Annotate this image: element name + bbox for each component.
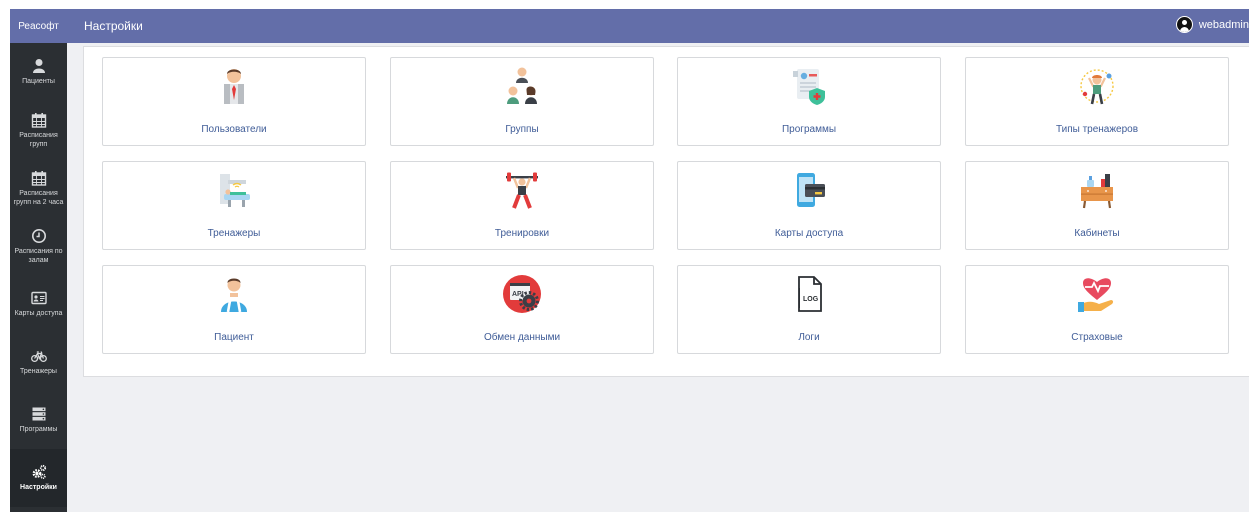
id-card-icon xyxy=(30,291,47,305)
header-bar: Настройки webadmin xyxy=(67,9,1249,43)
phone-card-icon xyxy=(789,170,829,210)
sidebar: Реасофт Пациенты Расписания групп Распис… xyxy=(10,9,67,512)
sidebar-item-settings[interactable]: Настройки xyxy=(10,449,67,507)
heart-hand-icon xyxy=(1077,274,1117,314)
brand-logo[interactable]: Реасофт xyxy=(10,9,67,43)
api-gear-icon: API xyxy=(502,274,542,314)
tile-label: Кабинеты xyxy=(1074,228,1120,239)
sidebar-item-patients[interactable]: Пациенты xyxy=(10,43,67,101)
tile-label: Программы xyxy=(781,124,837,135)
log-icon-text: LOG xyxy=(803,296,819,303)
tile-trainer-types[interactable]: Типы тренажеров xyxy=(965,57,1229,146)
tile-insurance[interactable]: Страховые xyxy=(965,265,1229,354)
sidebar-item-label: Расписания групп на 2 часа xyxy=(13,189,64,206)
sidebar-item-access-cards[interactable]: Карты доступа xyxy=(10,275,67,333)
sidebar-item-group-schedule-2h[interactable]: Расписания групп на 2 часа xyxy=(10,159,67,217)
sidebar-item-hall-schedule[interactable]: Расписания по залам xyxy=(10,217,67,275)
tile-label: Обмен данными xyxy=(483,332,561,343)
sidebar-item-group-schedule[interactable]: Расписания групп xyxy=(10,101,67,159)
clock-icon xyxy=(31,228,46,243)
sidebar-item-label: Настройки xyxy=(20,484,57,491)
sidebar-item-label: Расписания групп xyxy=(19,131,58,148)
user-menu[interactable]: webadmin xyxy=(1175,16,1249,33)
tile-label: Логи xyxy=(798,332,820,343)
sidebar-item-programs[interactable]: Программы xyxy=(10,391,67,449)
tile-label: Типы тренажеров xyxy=(1055,124,1139,135)
tile-groups[interactable]: Группы xyxy=(390,57,654,146)
tile-rooms[interactable]: Кабинеты xyxy=(965,161,1229,250)
user-icon xyxy=(32,59,45,73)
medical-scanner-icon xyxy=(214,170,254,210)
tile-programs[interactable]: Программы xyxy=(677,57,941,146)
sidebar-item-label: Программы xyxy=(19,426,58,433)
main-content: Пользователи Группы Программы Типы трена… xyxy=(67,43,1249,512)
tile-label: Тренажеры xyxy=(207,228,261,239)
sidebar-item-label: Тренажеры xyxy=(20,368,57,375)
office-furniture-icon xyxy=(1077,170,1117,210)
tile-patient[interactable]: Пациент xyxy=(102,265,366,354)
settings-panel: Пользователи Группы Программы Типы трена… xyxy=(83,46,1249,377)
calendar-icon xyxy=(31,170,46,186)
tile-label: Страховые xyxy=(1071,332,1123,343)
log-file-icon: LOG xyxy=(789,274,829,314)
username: webadmin xyxy=(1198,18,1249,31)
tile-workouts[interactable]: Тренировки xyxy=(390,161,654,250)
sidebar-item-label: Пациенты xyxy=(22,78,55,85)
calendar-icon xyxy=(31,112,46,128)
bicycle-icon xyxy=(30,351,47,363)
avatar xyxy=(1175,16,1193,33)
patient-icon xyxy=(214,274,254,314)
tile-label: Карты доступа xyxy=(774,228,844,239)
group-people-icon xyxy=(502,66,542,106)
tile-trainers[interactable]: Тренажеры xyxy=(102,161,366,250)
sidebar-item-trainers[interactable]: Тренажеры xyxy=(10,333,67,391)
sidebar-item-label: Карты доступа xyxy=(14,310,63,317)
businessman-icon xyxy=(214,66,254,106)
server-icon xyxy=(32,407,45,421)
tile-access-cards[interactable]: Карты доступа xyxy=(677,161,941,250)
tile-label: Тренировки xyxy=(494,228,550,239)
trainer-person-icon xyxy=(1077,66,1117,106)
tile-users[interactable]: Пользователи xyxy=(102,57,366,146)
document-shield-icon xyxy=(789,66,829,106)
tile-label: Группы xyxy=(505,124,539,135)
weightlifter-icon xyxy=(502,170,542,210)
tile-data-exchange[interactable]: API Обмен данными xyxy=(390,265,654,354)
page-title: Настройки xyxy=(84,19,143,33)
sidebar-item-label: Расписания по залам xyxy=(14,247,63,264)
tile-logs[interactable]: LOG Логи xyxy=(677,265,941,354)
tile-label: Пациент xyxy=(214,332,254,343)
tile-label: Пользователи xyxy=(201,124,267,135)
cogs-icon xyxy=(32,464,46,480)
